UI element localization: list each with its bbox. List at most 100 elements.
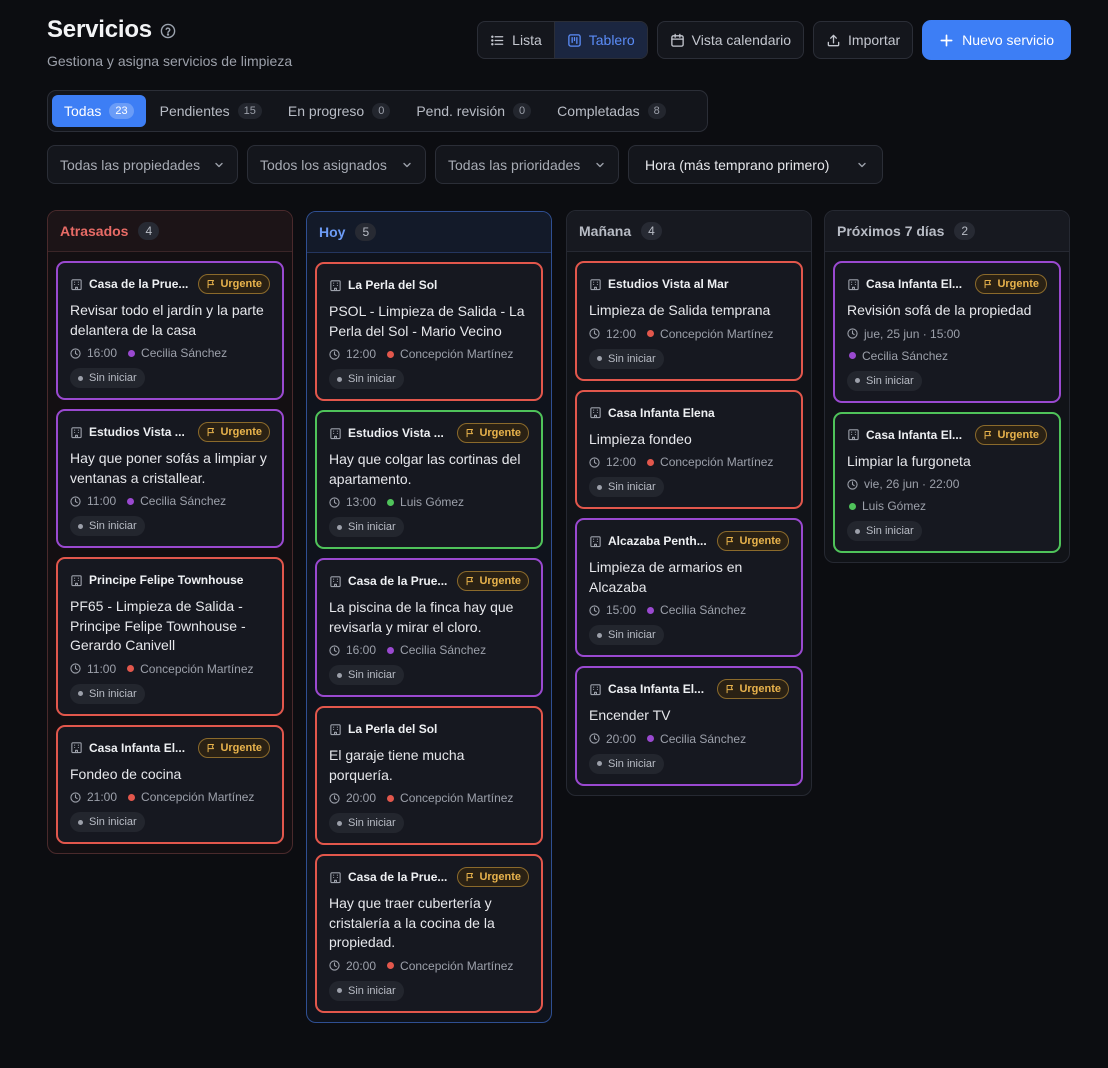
property-name: Casa Infanta El... bbox=[866, 277, 963, 291]
assignee-name: Concepción Martínez bbox=[660, 326, 774, 341]
card-header: Casa de la Prue... Urgente bbox=[70, 273, 270, 295]
service-description: Encender TV bbox=[589, 707, 671, 723]
column-header: Próximos 7 días 2 bbox=[825, 211, 1069, 252]
tab-all[interactable]: Todas 23 bbox=[52, 95, 146, 127]
chevron-down-icon bbox=[213, 159, 225, 171]
card-meta: 13:00 Luis Gómez bbox=[329, 495, 529, 509]
assignee-name: Luis Gómez bbox=[400, 495, 465, 509]
service-card[interactable]: La Perla del Sol PSOL - Limpieza de Salid… bbox=[315, 262, 543, 401]
new-service-label: Nuevo servicio bbox=[962, 32, 1054, 48]
assignee-color-dot bbox=[647, 735, 655, 742]
clock-icon bbox=[70, 495, 81, 507]
tab-pending[interactable]: Pendientes 15 bbox=[148, 95, 274, 127]
building-icon bbox=[589, 278, 602, 291]
card-property: Estudios Vista ... bbox=[329, 426, 444, 440]
property-name: Casa Infanta Elena bbox=[608, 405, 715, 420]
service-card[interactable]: Estudios Vista ... Urgente Hay que colgar … bbox=[315, 410, 543, 549]
help-circle-icon[interactable] bbox=[160, 23, 176, 39]
service-description: PF65 - Limpieza de Salida - Principe Fel… bbox=[70, 598, 246, 653]
chevron-down-icon bbox=[594, 159, 606, 171]
service-time: 16:00 bbox=[346, 643, 377, 657]
service-card[interactable]: Principe Felipe Townhouse PF65 - Limpieza… bbox=[56, 557, 284, 716]
service-time: 15:00 bbox=[606, 603, 637, 617]
view-board-label: Tablero bbox=[588, 32, 635, 48]
view-board-button[interactable]: Tablero bbox=[553, 22, 647, 58]
service-description: Hay que traer cubertería y cristalería a… bbox=[329, 895, 495, 950]
tab-completed[interactable]: Completadas 8 bbox=[545, 95, 678, 127]
assignee-color-dot bbox=[647, 458, 655, 466]
card-meta: 16:00 Cecilia Sánchez bbox=[70, 346, 270, 360]
service-time: 21:00 bbox=[87, 790, 118, 804]
urgent-label: Urgente bbox=[997, 278, 1039, 290]
assignee-name: Concepción Martínez bbox=[400, 347, 514, 361]
import-button[interactable]: Importar bbox=[813, 21, 914, 59]
assignee-name: Concepción Martínez bbox=[140, 661, 254, 676]
view-list-button[interactable]: Lista bbox=[478, 22, 554, 58]
column-body: La Perla del Sol PSOL - Limpieza de Salid… bbox=[307, 253, 551, 1022]
service-time: 16:00 bbox=[87, 346, 118, 360]
service-card[interactable]: Estudios Vista al Mar Limpieza de Salida … bbox=[575, 261, 803, 381]
urgent-badge: Urgente bbox=[717, 679, 789, 699]
assignee-color-dot bbox=[128, 349, 136, 357]
upload-icon bbox=[826, 33, 841, 48]
card-header: Estudios Vista al Mar bbox=[589, 273, 789, 295]
status-badge: Sin iniciar bbox=[70, 812, 145, 832]
status-badge: Sin iniciar bbox=[589, 477, 664, 497]
column-tomorrow: Mañana 4 Estudios Vista al Mar Limpieza de … bbox=[566, 210, 812, 796]
status-dot bbox=[597, 356, 602, 361]
status-label: Sin iniciar bbox=[348, 669, 396, 681]
flag-icon bbox=[465, 428, 475, 438]
building-icon bbox=[329, 279, 342, 292]
card-meta: 21:00 Concepción Martínez bbox=[70, 790, 270, 804]
status-dot bbox=[78, 819, 83, 825]
service-card[interactable]: Casa de la Prue... Urgente Revisar todo el… bbox=[56, 261, 284, 400]
tab-count-badge: 15 bbox=[237, 103, 262, 119]
calendar-view-button[interactable]: Vista calendario bbox=[656, 21, 805, 59]
card-header: Casa de la Prue... Urgente bbox=[329, 866, 529, 888]
service-card[interactable]: Casa Infanta Elena Limpieza fondeo 12:00 Co… bbox=[575, 389, 803, 509]
new-service-button[interactable]: Nuevo servicio bbox=[922, 20, 1071, 60]
property-name: Alcazaba Penth... bbox=[608, 534, 707, 548]
flag-icon bbox=[983, 430, 993, 440]
toolbar: Lista Tablero Vista calendario Importar … bbox=[477, 20, 1071, 60]
status-dot bbox=[337, 672, 342, 678]
assignee-color-dot bbox=[127, 497, 135, 505]
card-header: Casa Infanta El... Urgente bbox=[847, 273, 1047, 295]
service-card[interactable]: Casa de la Prue... Urgente La piscina de l… bbox=[315, 558, 543, 697]
priority-filter[interactable]: Todas las prioridades bbox=[435, 145, 619, 184]
status-label: Sin iniciar bbox=[89, 372, 137, 384]
card-header: Principe Felipe Townhouse bbox=[70, 569, 270, 591]
tab-in-progress[interactable]: En progreso 0 bbox=[276, 95, 402, 127]
card-property: Casa de la Prue... bbox=[329, 574, 447, 588]
column-count-badge: 5 bbox=[355, 223, 377, 241]
service-card[interactable]: Casa Infanta El... Urgente Encender TV 20:0… bbox=[575, 666, 803, 786]
status-badge: Sin iniciar bbox=[70, 368, 145, 388]
column-header: Hoy 5 bbox=[307, 212, 551, 253]
service-card[interactable]: Casa Infanta El... Urgente Limpiar la furg… bbox=[833, 411, 1061, 553]
property-filter-value: Todas las propiedades bbox=[60, 156, 201, 173]
view-toggle: Lista Tablero bbox=[477, 21, 648, 59]
clock-icon bbox=[589, 456, 600, 468]
clock-icon bbox=[329, 496, 340, 508]
service-description: La piscina de la finca hay que revisarla… bbox=[329, 599, 514, 635]
sort-select[interactable]: Hora (más temprano primero) bbox=[628, 145, 883, 184]
building-icon bbox=[70, 278, 83, 291]
service-card[interactable]: Casa Infanta El... Urgente Fondeo de cocin… bbox=[56, 724, 284, 844]
service-card[interactable]: Casa de la Prue... Urgente Hay que traer c… bbox=[315, 854, 543, 1013]
assignee-color-dot bbox=[849, 352, 856, 359]
card-header: Casa Infanta El... Urgente bbox=[589, 678, 789, 700]
status-label: Sin iniciar bbox=[89, 520, 137, 532]
service-card[interactable]: Casa Infanta El... Urgente Revisión sofá d… bbox=[833, 261, 1061, 403]
card-property: Casa de la Prue... bbox=[70, 277, 188, 291]
assignee-filter[interactable]: Todos los asignados bbox=[247, 145, 426, 184]
service-card[interactable]: La Perla del Sol El garaje tiene mucha po… bbox=[315, 706, 543, 845]
property-filter[interactable]: Todas las propiedades bbox=[47, 145, 238, 184]
priority-filter-value: Todas las prioridades bbox=[448, 156, 581, 173]
tab-pending-review[interactable]: Pend. revisión 0 bbox=[404, 95, 543, 127]
chevron-down-icon bbox=[401, 159, 413, 171]
urgent-label: Urgente bbox=[479, 427, 521, 439]
building-icon bbox=[589, 535, 602, 548]
service-card[interactable]: Estudios Vista ... Urgente Hay que poner s… bbox=[56, 409, 284, 548]
kanban-icon bbox=[567, 33, 582, 48]
service-card[interactable]: Alcazaba Penth... Urgente Limpieza de arma… bbox=[575, 518, 803, 657]
